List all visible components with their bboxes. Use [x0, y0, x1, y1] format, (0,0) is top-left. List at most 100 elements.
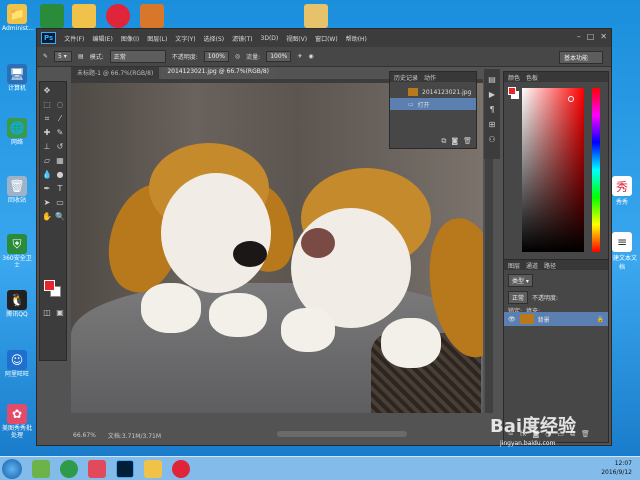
workspace-select[interactable]: 基本功能: [559, 51, 603, 64]
start-button[interactable]: [2, 459, 22, 479]
foreground-color-chip[interactable]: [508, 87, 516, 95]
folder-icon[interactable]: [304, 4, 328, 28]
photoshop-taskbar-icon[interactable]: [116, 460, 134, 478]
color-picker-field[interactable]: [522, 88, 584, 252]
healing-tool-icon[interactable]: ✚: [42, 128, 52, 138]
gradient-tool-icon[interactable]: ▦: [55, 156, 65, 166]
eyedropper-tool-icon[interactable]: ⁄: [55, 114, 65, 124]
system-clock[interactable]: 12:07 2016/9/12: [601, 459, 632, 477]
explorer-folder-icon[interactable]: [144, 460, 162, 478]
stamp-tool-icon[interactable]: ⊥: [42, 142, 52, 152]
blur-tool-icon[interactable]: 💧: [42, 170, 52, 180]
heart-app-icon[interactable]: [88, 460, 106, 478]
path-select-icon[interactable]: ➤: [42, 198, 52, 208]
network-globe-icon: 🌐: [7, 118, 27, 138]
menu-window[interactable]: 窗口(W): [315, 34, 338, 43]
tab-untitled[interactable]: 未标题-1 @ 66.7%(RGB/8): [71, 67, 160, 79]
brush-tool-icon[interactable]: ✎: [43, 53, 48, 60]
horizontal-scrollbar[interactable]: [277, 431, 407, 437]
desktop-icon-computer[interactable]: 🖥 计算机: [2, 64, 32, 92]
zoom-tool-icon[interactable]: 🔍: [55, 212, 65, 222]
menu-file[interactable]: 文件(F): [64, 34, 84, 43]
paragraph-icon[interactable]: ¶: [484, 105, 500, 114]
tab-photo[interactable]: 2014123021.jpg @ 66.7%(RGB/8): [161, 67, 276, 79]
desktop-icon-qq[interactable]: 🐧 腾讯QQ: [2, 290, 32, 318]
game-icon[interactable]: [140, 4, 164, 28]
menu-type[interactable]: 文字(Y): [175, 34, 195, 43]
recycle-bin-icon: 🗑: [7, 176, 27, 196]
menu-3d[interactable]: 3D(D): [261, 35, 279, 42]
brush-panel-icon[interactable]: ▤: [78, 53, 84, 60]
desktop-icon-meitu[interactable]: ✿ 美图秀秀批处理: [2, 404, 32, 439]
brush-size-picker[interactable]: 5 ▾: [54, 51, 73, 62]
document-size[interactable]: 文档:3.71M/3.71M: [108, 431, 161, 440]
tab-layers[interactable]: 图层: [508, 261, 520, 270]
desktop-icon-recycle-bin[interactable]: 🗑 回收站: [2, 176, 32, 204]
menu-edit[interactable]: 编辑(E): [92, 34, 112, 43]
history-snapshot[interactable]: 2014123021.jpg: [390, 86, 476, 98]
quick-mask-icon[interactable]: ◫: [42, 308, 52, 318]
menu-view[interactable]: 视图(V): [286, 34, 307, 43]
menu-select[interactable]: 选择(S): [204, 34, 225, 43]
menu-image[interactable]: 图像(I): [121, 34, 139, 43]
crop-tool-icon[interactable]: ⌗: [42, 114, 52, 124]
eraser-tool-icon[interactable]: ▱: [42, 156, 52, 166]
layer-filter-kind[interactable]: 类型 ▾: [508, 274, 533, 287]
menu-help[interactable]: 帮助(H): [346, 34, 367, 43]
xiuxiu-taskbar-icon[interactable]: [172, 460, 190, 478]
desktop-icon-360[interactable]: ⛨ 360安全卫士: [2, 234, 32, 269]
folder-icon[interactable]: [72, 4, 96, 28]
history-step-open[interactable]: ▭ 打开: [390, 98, 476, 110]
move-tool-icon[interactable]: ✥: [42, 86, 52, 96]
type-tool-icon[interactable]: T: [55, 184, 65, 194]
foreground-color-swatch[interactable]: [44, 280, 55, 291]
tab-channels[interactable]: 通道: [526, 261, 538, 270]
browser-icon[interactable]: [60, 460, 78, 478]
menu-filter[interactable]: 滤镜(T): [232, 34, 252, 43]
history-brush-icon[interactable]: ↺: [55, 142, 65, 152]
screen-mode-icon[interactable]: ▣: [55, 308, 65, 318]
tab-color[interactable]: 颜色: [508, 73, 520, 82]
blend-mode-select[interactable]: 正常: [508, 291, 529, 304]
new-document-from-state-icon[interactable]: ⧉: [441, 137, 446, 146]
color-picker-cursor[interactable]: [568, 96, 574, 102]
tab-swatches[interactable]: 色板: [526, 73, 538, 82]
opacity-field[interactable]: 100%: [203, 51, 229, 62]
trash-icon[interactable]: 🗑: [463, 137, 472, 146]
dodge-tool-icon[interactable]: ●: [55, 170, 65, 180]
minimize-icon[interactable]: –: [577, 32, 581, 41]
brush-tool-icon[interactable]: ✎: [55, 128, 65, 138]
pen-tool-icon[interactable]: ✒: [42, 184, 52, 194]
mode-select[interactable]: 正常: [109, 50, 166, 63]
hue-slider[interactable]: [592, 88, 600, 252]
maximize-icon[interactable]: □: [587, 32, 595, 41]
360-shield-icon[interactable]: [40, 4, 64, 28]
eye-icon[interactable]: 👁: [508, 316, 516, 323]
layer-row-background[interactable]: 👁 背景 🔒: [504, 312, 608, 326]
close-icon[interactable]: ✕: [600, 32, 607, 41]
camera-icon[interactable]: ◙: [451, 137, 458, 146]
lasso-tool-icon[interactable]: ◌: [55, 100, 65, 110]
shape-tool-icon[interactable]: ▭: [55, 198, 65, 208]
tab-paths[interactable]: 路径: [544, 261, 556, 270]
hand-tool-icon[interactable]: ✋: [42, 212, 52, 222]
desktop-icon-network[interactable]: 🌐 网络: [2, 118, 32, 146]
zoom-level[interactable]: 66.67%: [73, 432, 96, 439]
history-icon[interactable]: ▤: [484, 75, 500, 84]
tab-history[interactable]: 历史记录: [394, 73, 418, 82]
xiuxiu-icon[interactable]: [106, 4, 130, 28]
desktop-icon-administrator[interactable]: 📁 Administ...: [2, 4, 34, 32]
clone-source-icon[interactable]: ⚇: [484, 135, 500, 144]
tab-actions[interactable]: 动作: [424, 73, 436, 82]
flow-field[interactable]: 100%: [266, 51, 292, 62]
pressure-opacity-icon[interactable]: ◎: [235, 53, 240, 60]
trash-icon[interactable]: 🗑: [581, 430, 590, 439]
airbrush-icon[interactable]: ✈: [297, 53, 302, 60]
menu-layer[interactable]: 图层(L): [147, 34, 167, 43]
taskbar-app-icon[interactable]: [32, 460, 50, 478]
marquee-tool-icon[interactable]: ⬚: [42, 100, 52, 110]
pressure-size-icon[interactable]: ◉: [308, 53, 313, 60]
play-icon[interactable]: ▶: [484, 90, 500, 99]
desktop-icon-wangwang[interactable]: ☺ 阿里旺旺: [2, 350, 32, 378]
adjustments-icon[interactable]: ⊞: [484, 120, 500, 129]
